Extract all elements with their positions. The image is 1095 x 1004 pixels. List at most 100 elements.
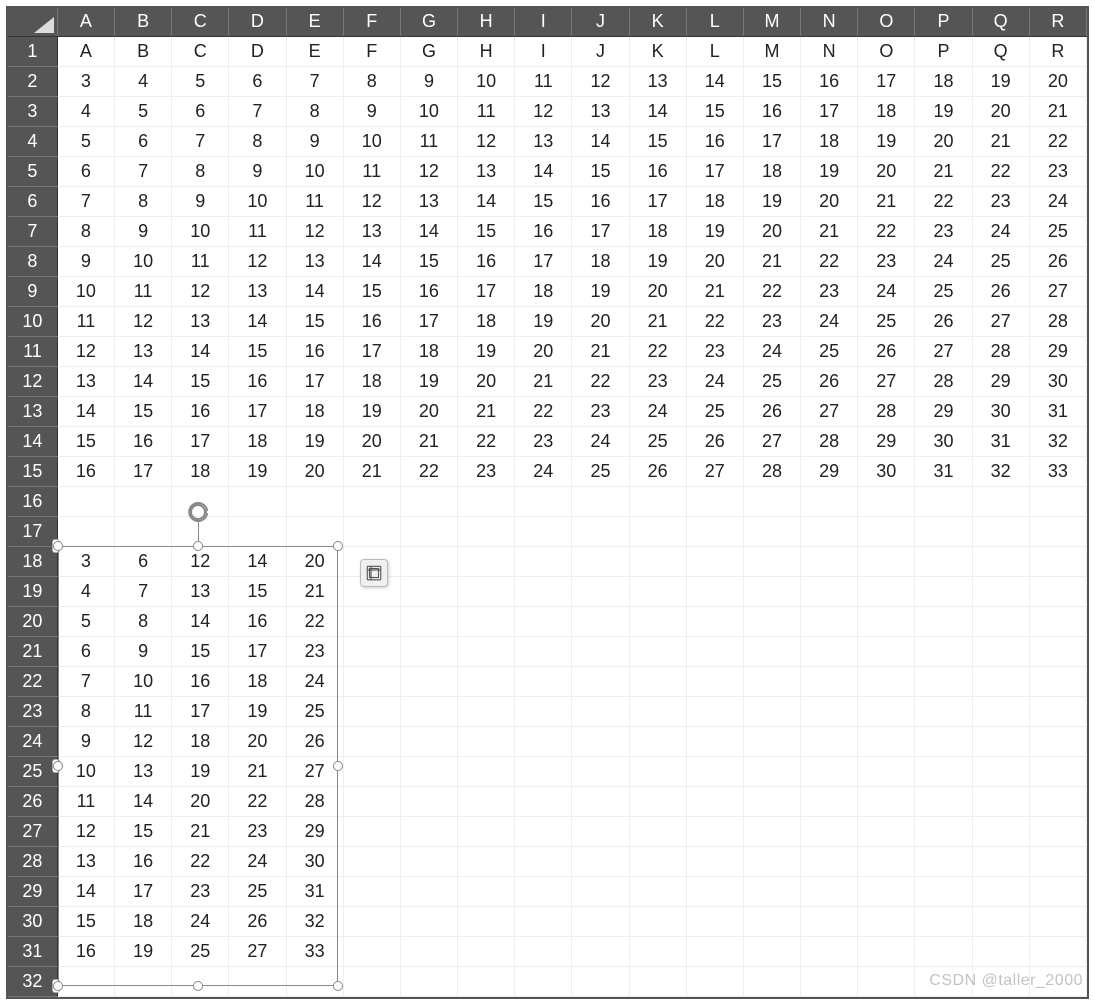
cell-M8[interactable]: 21	[743, 246, 800, 276]
cell-M26[interactable]	[743, 786, 800, 816]
cell-I6[interactable]: 15	[515, 186, 572, 216]
cell-L2[interactable]: 14	[686, 66, 743, 96]
cell-D14[interactable]: 18	[229, 426, 286, 456]
cell-N19[interactable]	[801, 576, 858, 606]
cell-K1[interactable]: K	[629, 36, 686, 66]
cell-P10[interactable]: 26	[915, 306, 972, 336]
cell-B6[interactable]: 8	[115, 186, 172, 216]
cell-Q16[interactable]	[972, 486, 1029, 516]
cell-C26[interactable]: 20	[172, 786, 229, 816]
cell-Q2[interactable]: 19	[972, 66, 1029, 96]
cell-P4[interactable]: 20	[915, 126, 972, 156]
col-header-E[interactable]: E	[286, 8, 343, 36]
cell-O20[interactable]	[858, 606, 915, 636]
cell-L27[interactable]	[686, 816, 743, 846]
cell-L1[interactable]: L	[686, 36, 743, 66]
cell-E1[interactable]: E	[286, 36, 343, 66]
cell-K5[interactable]: 16	[629, 156, 686, 186]
cell-I1[interactable]: I	[515, 36, 572, 66]
row-header-23[interactable]: 23	[8, 696, 57, 726]
col-header-L[interactable]: L	[686, 8, 743, 36]
cell-N15[interactable]: 29	[801, 456, 858, 486]
row-header-12[interactable]: 12	[8, 366, 57, 396]
cell-H9[interactable]: 17	[458, 276, 515, 306]
cell-M11[interactable]: 24	[743, 336, 800, 366]
cell-N3[interactable]: 17	[801, 96, 858, 126]
cell-H8[interactable]: 16	[458, 246, 515, 276]
cell-I24[interactable]	[515, 726, 572, 756]
cell-K29[interactable]	[629, 876, 686, 906]
cell-F25[interactable]	[343, 756, 400, 786]
cell-Q8[interactable]: 25	[972, 246, 1029, 276]
cell-K4[interactable]: 15	[629, 126, 686, 156]
col-header-C[interactable]: C	[172, 8, 229, 36]
cell-P26[interactable]	[915, 786, 972, 816]
cell-G24[interactable]	[400, 726, 457, 756]
cell-A24[interactable]: 9	[57, 726, 114, 756]
cell-I30[interactable]	[515, 906, 572, 936]
cell-E19[interactable]: 21	[286, 576, 343, 606]
cell-G21[interactable]	[400, 636, 457, 666]
cell-O6[interactable]: 21	[858, 186, 915, 216]
cell-E24[interactable]: 26	[286, 726, 343, 756]
cell-M17[interactable]	[743, 516, 800, 546]
cell-A30[interactable]: 15	[57, 906, 114, 936]
cell-D27[interactable]: 23	[229, 816, 286, 846]
cell-L21[interactable]	[686, 636, 743, 666]
cell-R15[interactable]: 33	[1029, 456, 1086, 486]
cell-G10[interactable]: 17	[400, 306, 457, 336]
cell-H15[interactable]: 23	[458, 456, 515, 486]
cell-E30[interactable]: 32	[286, 906, 343, 936]
cell-L11[interactable]: 23	[686, 336, 743, 366]
cell-O23[interactable]	[858, 696, 915, 726]
cell-A11[interactable]: 12	[57, 336, 114, 366]
cell-P6[interactable]: 22	[915, 186, 972, 216]
cell-E3[interactable]: 8	[286, 96, 343, 126]
cell-F8[interactable]: 14	[343, 246, 400, 276]
cell-H20[interactable]	[458, 606, 515, 636]
cell-J19[interactable]	[572, 576, 629, 606]
cell-P11[interactable]: 27	[915, 336, 972, 366]
cell-K2[interactable]: 13	[629, 66, 686, 96]
cell-A9[interactable]: 10	[57, 276, 114, 306]
cell-Q6[interactable]: 23	[972, 186, 1029, 216]
col-header-B[interactable]: B	[115, 8, 172, 36]
cell-R29[interactable]	[1029, 876, 1086, 906]
cell-Q20[interactable]	[972, 606, 1029, 636]
cell-D2[interactable]: 6	[229, 66, 286, 96]
cell-E26[interactable]: 28	[286, 786, 343, 816]
cell-F2[interactable]: 8	[343, 66, 400, 96]
resize-handle[interactable]	[333, 981, 343, 991]
row-header-31[interactable]: 31	[8, 936, 57, 966]
row-header-17[interactable]: 17	[8, 516, 57, 546]
cell-E21[interactable]: 23	[286, 636, 343, 666]
cell-K25[interactable]	[629, 756, 686, 786]
cell-G30[interactable]	[400, 906, 457, 936]
cell-J23[interactable]	[572, 696, 629, 726]
cell-H27[interactable]	[458, 816, 515, 846]
cell-L13[interactable]: 25	[686, 396, 743, 426]
cell-M28[interactable]	[743, 846, 800, 876]
cell-J18[interactable]	[572, 546, 629, 576]
cell-C22[interactable]: 16	[172, 666, 229, 696]
cell-E29[interactable]: 31	[286, 876, 343, 906]
cell-K23[interactable]	[629, 696, 686, 726]
cell-N29[interactable]	[801, 876, 858, 906]
cell-M9[interactable]: 22	[743, 276, 800, 306]
cell-Q30[interactable]	[972, 906, 1029, 936]
cell-B5[interactable]: 7	[115, 156, 172, 186]
cell-I27[interactable]	[515, 816, 572, 846]
cell-H23[interactable]	[458, 696, 515, 726]
cell-O18[interactable]	[858, 546, 915, 576]
cell-A16[interactable]	[57, 486, 114, 516]
cell-J15[interactable]: 25	[572, 456, 629, 486]
cell-M13[interactable]: 26	[743, 396, 800, 426]
row-header-10[interactable]: 10	[8, 306, 57, 336]
cell-A22[interactable]: 7	[57, 666, 114, 696]
cell-L31[interactable]	[686, 936, 743, 966]
cell-J5[interactable]: 15	[572, 156, 629, 186]
row-header-24[interactable]: 24	[8, 726, 57, 756]
cell-E12[interactable]: 17	[286, 366, 343, 396]
cell-B12[interactable]: 14	[115, 366, 172, 396]
cell-J22[interactable]	[572, 666, 629, 696]
